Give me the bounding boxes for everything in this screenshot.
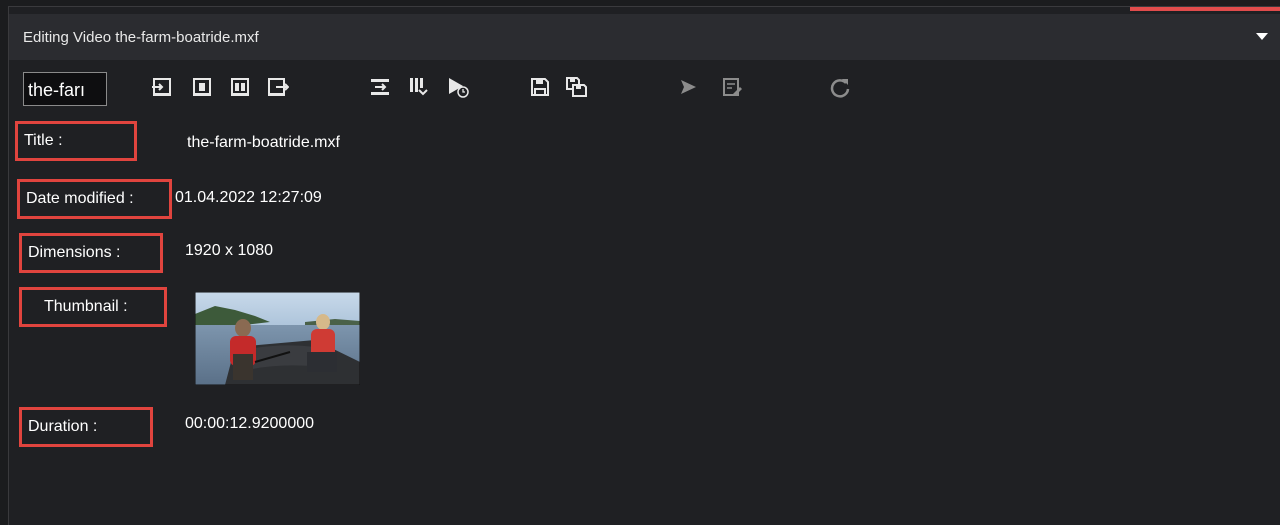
save-as-icon[interactable]: [565, 76, 587, 98]
split-frame-icon[interactable]: [229, 76, 251, 98]
date-modified-value: 01.04.2022 12:27:09: [175, 189, 322, 206]
app-root: { "window": { "title": "Editing Video th…: [0, 0, 1280, 525]
play-schedule-icon[interactable]: [447, 76, 469, 98]
edit-document-icon[interactable]: [721, 76, 743, 98]
add-clip-icon[interactable]: [369, 76, 391, 98]
date-modified-label: Date modified :: [17, 179, 172, 219]
accent-line: [1130, 7, 1280, 11]
columns-icon[interactable]: [407, 76, 429, 98]
export-icon[interactable]: [267, 76, 289, 98]
editor-window: Editing Video the-farm-boatride.mxf the-…: [8, 6, 1280, 525]
thumbnail-image: [195, 292, 360, 385]
import-icon[interactable]: [151, 76, 173, 98]
chevron-down-icon[interactable]: [1256, 33, 1268, 40]
thumbnail-label: Thumbnail :: [19, 287, 167, 327]
refresh-icon[interactable]: [829, 76, 851, 98]
save-icon[interactable]: [529, 76, 551, 98]
toolbar: the-farı: [9, 68, 1280, 110]
dimensions-value: 1920 x 1080: [185, 242, 274, 259]
window-titlebar[interactable]: Editing Video the-farm-boatride.mxf: [9, 14, 1280, 60]
title-value: the-farm-boatride.mxf: [187, 134, 340, 151]
duration-label: Duration :: [19, 407, 153, 447]
duration-value: 00:00:12.9200000: [185, 415, 315, 432]
send-icon[interactable]: [677, 76, 699, 98]
frame-icon[interactable]: [191, 76, 213, 98]
window-title: Editing Video the-farm-boatride.mxf: [23, 28, 259, 46]
title-label: Title :: [15, 121, 137, 161]
name-field[interactable]: the-farı: [23, 72, 107, 106]
dimensions-label: Dimensions :: [19, 233, 163, 273]
